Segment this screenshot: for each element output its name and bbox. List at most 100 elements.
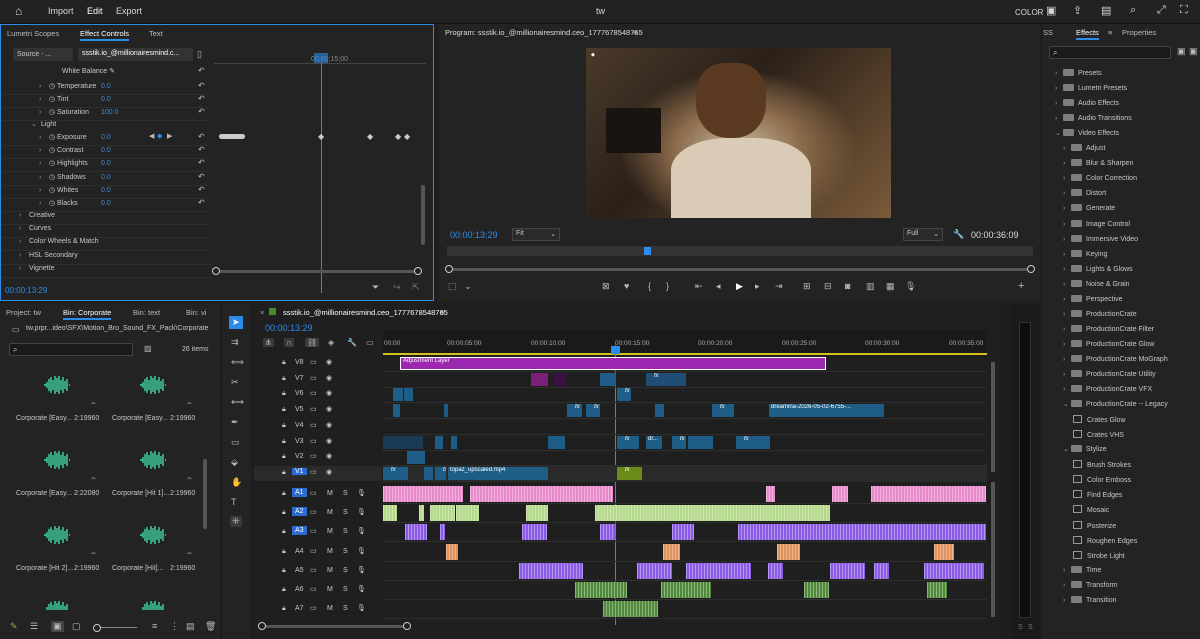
eye-icon[interactable]: ◉	[326, 468, 332, 476]
ec-vertical-scrollbar[interactable]	[421, 185, 425, 245]
sync-lock-icon[interactable]: ▭	[310, 566, 317, 574]
effects-item-keying[interactable]: › Keying	[1063, 249, 1107, 263]
program-zoom-bar[interactable]	[447, 268, 1033, 271]
scroll-handle-left[interactable]	[212, 267, 220, 275]
effects-item-lights-glows[interactable]: › Lights & Glows	[1063, 264, 1133, 278]
audio-clip[interactable]	[871, 486, 986, 502]
reset-icon[interactable]: ↶	[198, 198, 205, 207]
audio-track-scrollbar[interactable]	[991, 482, 995, 617]
audio-clip[interactable]	[470, 486, 613, 502]
filter-icon[interactable]: ⏷	[372, 282, 379, 293]
effects-item-productioncrate-mograph[interactable]: › ProductionCrate MoGraph	[1063, 354, 1168, 368]
audio-clip[interactable]	[830, 562, 865, 579]
scroll-handle-left[interactable]	[258, 622, 266, 630]
selection-tool-icon[interactable]: ➤	[229, 316, 243, 329]
audio-clip[interactable]	[927, 582, 947, 598]
track-target[interactable]: V1	[292, 467, 307, 475]
comparison-icon[interactable]: ▥	[866, 281, 875, 292]
chevron-right-icon[interactable]: ›	[39, 200, 47, 207]
audio-thumbnail[interactable]	[42, 374, 72, 396]
mic-icon[interactable]: 🎙︎	[357, 489, 366, 497]
snap-icon[interactable]: ∩	[284, 338, 294, 347]
solo-button[interactable]: S	[343, 548, 348, 555]
effects-item-roughen-edges[interactable]: Roughen Edges	[1073, 535, 1137, 549]
audio-clip[interactable]	[526, 505, 548, 522]
sync-lock-icon[interactable]: ▭	[310, 585, 317, 593]
stopwatch-icon[interactable]: ◷	[49, 200, 55, 207]
lift-icon[interactable]: ⊠	[602, 281, 610, 292]
lock-icon[interactable]: 🔒︎	[282, 509, 286, 517]
stopwatch-icon[interactable]: ◷	[49, 83, 55, 90]
audio-clip[interactable]	[430, 505, 455, 522]
rectangle-tool-icon[interactable]: ▭	[231, 437, 240, 448]
chevron-right-icon[interactable]: ›	[39, 134, 47, 141]
linked-selection-icon[interactable]: ⛓	[305, 338, 320, 347]
audio-thumbnail[interactable]	[42, 524, 72, 546]
mute-button[interactable]: M	[327, 548, 333, 555]
camera-icon[interactable]: ◙	[845, 281, 850, 291]
effects-item-productioncrate-glow[interactable]: › ProductionCrate Glow	[1063, 339, 1154, 353]
stopwatch-icon[interactable]: ◷	[49, 187, 55, 194]
sync-lock-icon[interactable]: ▭	[310, 358, 317, 366]
source-dropdown[interactable]: Source ‧ ...	[13, 48, 73, 61]
video-clip[interactable]: fx	[617, 388, 631, 402]
stopwatch-icon[interactable]: ◷	[49, 96, 55, 103]
stopwatch-icon[interactable]: ◷	[49, 109, 55, 116]
effects-item-productioncrate-vfx[interactable]: › ProductionCrate VFX	[1063, 385, 1152, 398]
solo-button[interactable]: S	[343, 528, 348, 535]
video-clip[interactable]: fx	[617, 466, 642, 480]
sync-lock-icon[interactable]: ▭	[310, 405, 317, 413]
video-clip[interactable]: Adjustment Layer	[400, 357, 826, 370]
mark-out-icon[interactable]: }	[666, 281, 669, 291]
lock-icon[interactable]: 🔒︎	[282, 605, 286, 613]
scroll-handle-left[interactable]	[445, 265, 453, 273]
audio-clip[interactable]	[874, 562, 889, 579]
paint-bucket-icon[interactable]: ⬙	[231, 457, 238, 468]
go-to-icon[interactable]: ⇱	[412, 282, 420, 293]
work-area-bar[interactable]	[383, 353, 987, 355]
audio-clip[interactable]	[777, 543, 800, 560]
video-clip[interactable]: fx	[712, 404, 734, 418]
insert-icon[interactable]: ⊞	[803, 281, 811, 292]
next-keyframe-icon[interactable]: ▶	[167, 132, 172, 140]
param-value[interactable]: 0.0	[101, 200, 111, 207]
toggle-timeline-icon[interactable]: ▯	[197, 49, 202, 60]
trash-icon[interactable]: 🗑	[205, 621, 216, 632]
sync-lock-icon[interactable]: ▭	[310, 452, 317, 460]
lock-icon[interactable]: 🔒︎	[282, 490, 286, 498]
video-clip[interactable]	[600, 372, 616, 386]
video-clip[interactable]	[655, 404, 664, 418]
param-value[interactable]: 0.0	[101, 174, 111, 181]
effects-item-transform[interactable]: › Transform	[1063, 580, 1118, 594]
eye-icon[interactable]: ◉	[326, 452, 332, 460]
effects-item-productioncrate-legacy[interactable]: ⌄ ProductionCrate -- Legacy	[1063, 400, 1168, 413]
audio-thumbnail[interactable]	[138, 449, 168, 471]
audio-clip[interactable]	[405, 524, 427, 541]
mute-button[interactable]: M	[327, 605, 333, 612]
mic-icon[interactable]: 🎙︎	[357, 508, 366, 516]
effects-item-mosaic[interactable]: Mosaic	[1073, 505, 1109, 518]
keyframe-diamond[interactable]: ◆	[367, 132, 373, 141]
light-section[interactable]: ⌄ Light	[31, 120, 56, 133]
menu-export[interactable]: Export	[116, 6, 142, 16]
settings-wrench-icon[interactable]: 🔧	[953, 229, 964, 240]
clip-dropdown[interactable]: ssstik.io_@millionairesmind.c...	[78, 48, 193, 61]
icon-view-icon[interactable]: ▣	[51, 621, 64, 632]
tab-bin-vi[interactable]: Bin: vi	[186, 308, 206, 317]
audio-clip[interactable]	[804, 582, 829, 598]
effects-item-strobe-light[interactable]: Strobe Light	[1073, 550, 1125, 564]
menu-edit[interactable]: Edit	[87, 6, 103, 16]
step-back-icon[interactable]: ◂	[716, 281, 721, 292]
eye-icon[interactable]: ◉	[326, 437, 332, 445]
track-target[interactable]: A3	[292, 526, 307, 536]
audio-clip[interactable]	[446, 543, 458, 560]
mic-icon[interactable]: 🎙︎	[357, 547, 366, 555]
chevron-right-icon[interactable]: ›	[39, 96, 47, 103]
search-icon[interactable]: ⌕	[1130, 4, 1136, 17]
lock-icon[interactable]: 🔒︎	[282, 438, 286, 446]
track-target[interactable]: A2	[292, 507, 307, 517]
sync-lock-icon[interactable]: ▭	[310, 421, 317, 429]
effects-item-crates-glow[interactable]: Crates Glow	[1073, 415, 1126, 428]
video-clip[interactable]	[383, 435, 423, 449]
sort-icon[interactable]: ≡	[152, 621, 157, 631]
